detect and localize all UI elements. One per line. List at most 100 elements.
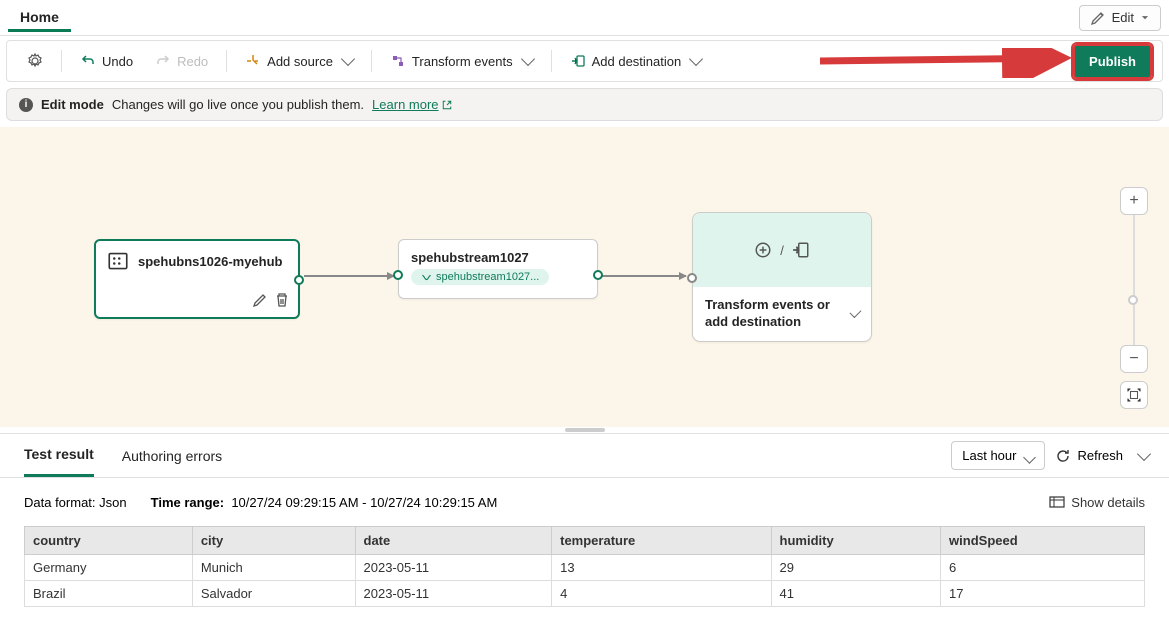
eventhub-icon	[108, 251, 128, 271]
stream-node[interactable]: spehubstream1027 spehubstream1027...	[398, 239, 598, 299]
add-destination-icon	[570, 53, 586, 69]
refresh-label: Refresh	[1077, 448, 1123, 463]
undo-button[interactable]: Undo	[70, 47, 143, 75]
add-source-label: Add source	[267, 54, 333, 69]
transform-label: Transform events	[412, 54, 513, 69]
source-node-title: spehubns1026-myehub	[138, 254, 283, 269]
results-meta: Data format: Json Time range: 10/27/24 0…	[0, 478, 1169, 526]
destination-node-text: Transform events or add destination	[705, 297, 848, 331]
chevron-down-icon[interactable]	[1137, 446, 1151, 460]
table-header-cell[interactable]: temperature	[552, 527, 771, 555]
settings-button[interactable]	[17, 47, 53, 75]
fit-to-screen-button[interactable]	[1120, 381, 1148, 409]
zoom-in-button[interactable]: +	[1120, 187, 1148, 215]
table-cell: Salvador	[192, 581, 355, 607]
input-port[interactable]	[687, 273, 697, 283]
time-range-select[interactable]: Last hour	[951, 441, 1045, 470]
header-row: Home Edit	[0, 0, 1169, 36]
destination-placeholder-icon	[792, 241, 810, 259]
refresh-icon	[1055, 448, 1071, 464]
trash-icon	[274, 292, 290, 308]
transform-icon	[390, 53, 406, 69]
table-cell: Munich	[192, 555, 355, 581]
table-cell: 17	[941, 581, 1145, 607]
time-range-label: Time range:	[151, 495, 224, 510]
time-range-value: 10/27/24 09:29:15 AM - 10/27/24 10:29:15…	[231, 495, 497, 510]
delete-node-button[interactable]	[274, 292, 290, 311]
table-cell: Germany	[25, 555, 193, 581]
results-table: countrycitydatetemperaturehumiditywindSp…	[24, 526, 1145, 607]
chevron-down-icon	[341, 52, 355, 66]
undo-label: Undo	[102, 54, 133, 69]
edit-mode-message: Changes will go live once you publish th…	[112, 97, 364, 112]
undo-icon	[80, 53, 96, 69]
gear-icon	[27, 53, 43, 69]
pencil-icon	[252, 292, 268, 308]
pencil-icon	[1090, 10, 1106, 26]
pipeline-canvas[interactable]: spehubns1026-myehub spehubstream1027 spe…	[0, 127, 1169, 427]
table-header-cell[interactable]: city	[192, 527, 355, 555]
table-cell: 13	[552, 555, 771, 581]
edit-mode-banner: i Edit mode Changes will go live once yo…	[6, 88, 1163, 121]
data-format-value: Json	[99, 495, 126, 510]
add-source-icon	[245, 53, 261, 69]
zoom-slider[interactable]	[1133, 215, 1135, 345]
add-destination-label: Add destination	[592, 54, 682, 69]
zoom-out-button[interactable]: −	[1120, 345, 1148, 373]
chevron-down-icon[interactable]	[850, 306, 862, 318]
table-cell: 6	[941, 555, 1145, 581]
destination-node[interactable]: / Transform events or add destination	[692, 212, 872, 342]
table-header-row: countrycitydatetemperaturehumiditywindSp…	[25, 527, 1145, 555]
tab-test-result[interactable]: Test result	[24, 434, 94, 477]
tab-authoring-errors[interactable]: Authoring errors	[122, 436, 222, 476]
results-tabs: Test result Authoring errors Last hour R…	[0, 434, 1169, 478]
stream-icon	[421, 272, 432, 283]
table-row[interactable]: BrazilSalvador2023-05-1144117	[25, 581, 1145, 607]
refresh-button[interactable]: Refresh	[1055, 448, 1123, 464]
stream-pill-label: spehubstream1027...	[436, 271, 539, 283]
destination-placeholder-top: /	[693, 213, 871, 287]
redo-button: Redo	[145, 47, 218, 75]
show-details-button[interactable]: Show details	[1049, 494, 1145, 510]
connector-2	[602, 275, 686, 277]
add-destination-button[interactable]: Add destination	[560, 47, 712, 75]
table-cell: 2023-05-11	[355, 581, 552, 607]
stream-pill: spehubstream1027...	[411, 269, 549, 285]
table-row[interactable]: GermanyMunich2023-05-1113296	[25, 555, 1145, 581]
tab-home[interactable]: Home	[8, 3, 71, 32]
stream-node-title: spehubstream1027	[411, 250, 585, 265]
table-cell: 2023-05-11	[355, 555, 552, 581]
publish-button[interactable]: Publish	[1073, 44, 1152, 79]
connector-1	[304, 275, 394, 277]
table-header-cell[interactable]: humidity	[771, 527, 941, 555]
table-header-cell[interactable]: date	[355, 527, 552, 555]
table-header-cell[interactable]: country	[25, 527, 193, 555]
transform-events-button[interactable]: Transform events	[380, 47, 543, 75]
add-source-button[interactable]: Add source	[235, 47, 363, 75]
details-icon	[1049, 494, 1065, 510]
zoom-handle[interactable]	[1128, 295, 1138, 305]
output-port[interactable]	[294, 275, 304, 285]
redo-label: Redo	[177, 54, 208, 69]
table-cell: 41	[771, 581, 941, 607]
learn-more-label: Learn more	[372, 97, 438, 112]
input-port[interactable]	[393, 270, 403, 280]
chevron-down-icon	[521, 52, 535, 66]
table-cell: Brazil	[25, 581, 193, 607]
toolbar: Undo Redo Add source Transform events Ad…	[6, 40, 1163, 82]
fit-icon	[1127, 388, 1141, 402]
table-header-cell[interactable]: windSpeed	[941, 527, 1145, 555]
info-icon: i	[19, 98, 33, 112]
table-cell: 29	[771, 555, 941, 581]
learn-more-link[interactable]: Learn more	[372, 97, 452, 112]
source-node[interactable]: spehubns1026-myehub	[94, 239, 300, 319]
edit-label: Edit	[1112, 10, 1134, 25]
output-port[interactable]	[593, 270, 603, 280]
redo-icon	[155, 53, 171, 69]
data-format-label: Data format:	[24, 495, 96, 510]
caret-down-icon	[1140, 13, 1150, 23]
edit-node-button[interactable]	[252, 292, 268, 311]
chevron-down-icon	[689, 52, 703, 66]
edit-dropdown[interactable]: Edit	[1079, 5, 1161, 31]
zoom-controls: + −	[1119, 187, 1149, 409]
